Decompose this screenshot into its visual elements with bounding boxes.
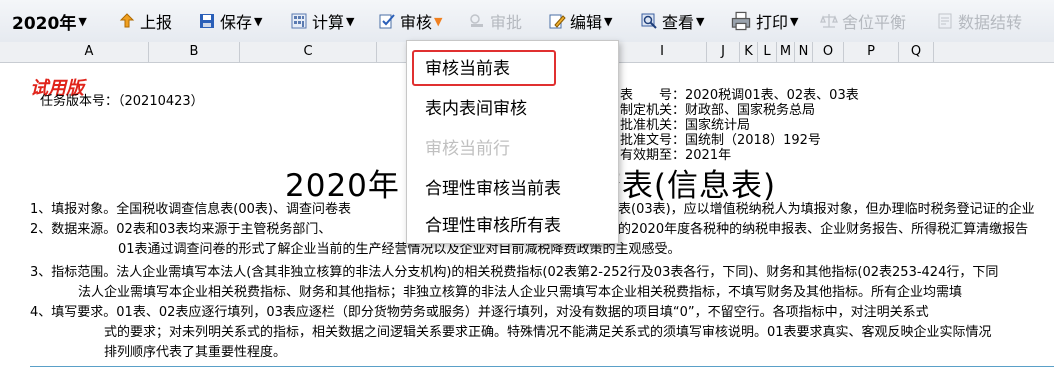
audit-icon xyxy=(379,14,395,29)
rounding-icon xyxy=(820,14,838,28)
menu-item-audit-current-row[interactable]: 审核当前行 xyxy=(425,134,510,159)
column-header[interactable]: P xyxy=(844,42,899,62)
instruction-4: 4、填写要求。01表、02表应逐行填列，03表应逐栏（即分货物劳务或服务）并逐行… xyxy=(30,305,929,320)
edit-label: 编辑 xyxy=(570,13,603,32)
instruction-2-cont: 的2020年度各税种的纳税申报表、企业财务报告、所得税汇算清缴报告 xyxy=(618,222,1029,237)
approve-icon xyxy=(470,14,483,27)
column-header[interactable]: I xyxy=(618,42,707,62)
instruction-4-end: 排列顺序代表了其重要性程度。 xyxy=(104,345,287,360)
column-header[interactable]: Q xyxy=(899,42,934,62)
column-header[interactable]: B xyxy=(149,42,240,62)
form-number: 表 号：2020税调01表、02表、03表 xyxy=(620,88,859,103)
chevron-down-icon: ▼ xyxy=(346,14,355,28)
calculate-label: 计算 xyxy=(312,13,345,32)
approve-button[interactable]: 审批 xyxy=(468,0,522,42)
view-button[interactable]: 查看 ▼ xyxy=(640,0,704,42)
rounding-balance-button[interactable]: 舍位平衡 xyxy=(820,0,906,42)
view-icon xyxy=(641,13,657,29)
save-label: 保存 xyxy=(220,13,253,32)
instruction-2: 2、数据来源。02表和03表均来源于主管税务部门、 xyxy=(30,222,332,237)
audit-button[interactable]: 审核 ▼ xyxy=(378,0,442,42)
approve-label: 审批 xyxy=(490,13,523,32)
column-header[interactable]: J xyxy=(707,42,740,62)
cell-border xyxy=(30,366,1054,367)
edit-button[interactable]: 编辑 ▼ xyxy=(548,0,612,42)
upload-button[interactable]: 上报 xyxy=(118,0,172,42)
print-icon xyxy=(731,11,751,31)
calculate-button[interactable]: 计算 ▼ xyxy=(290,0,354,42)
chevron-down-icon: ▼ xyxy=(78,14,87,28)
chevron-down-icon: ▼ xyxy=(790,14,799,28)
column-header[interactable]: O xyxy=(813,42,844,62)
menu-item-inter-table-audit[interactable]: 表内表间审核 xyxy=(425,94,527,119)
column-header[interactable]: L xyxy=(758,42,777,62)
approval-number: 批准文号：国统制（2018）192号 xyxy=(620,133,821,148)
print-button[interactable]: 打印 ▼ xyxy=(730,0,798,42)
instruction-3-cont: 法人企业需填写本企业相关税费指标、财务和其他指标；非独立核算的非法人企业只需填写… xyxy=(78,285,963,300)
column-header[interactable]: C xyxy=(240,42,377,62)
data-transfer-button[interactable]: 数据结转 xyxy=(936,0,1022,42)
instruction-3: 3、指标范围。法人企业需填写本法人(含其非独立核算的非法人分支机构)的相关税费指… xyxy=(30,265,999,280)
year-selector[interactable]: 2020年 ▼ xyxy=(12,0,87,42)
edit-icon xyxy=(549,14,566,29)
toolbar: 2020年 ▼ 上报 保存 ▼ 计算 ▼ 审核 ▼ 审批 编辑 ▼ 查看 ▼ 打… xyxy=(0,0,1054,43)
form-meta: 表 号：2020税调01表、02表、03表 制定机关：财政部、国家税务总局 批准… xyxy=(620,88,859,163)
chevron-down-icon: ▼ xyxy=(254,14,263,28)
instruction-1: 1、填报对象。全国税收调查信息表(00表)、调查问卷表 xyxy=(30,202,351,217)
chevron-down-icon: ▼ xyxy=(434,14,443,28)
instruction-4-cont: 式的要求；对未列明关系式的指标，相关数据之间逻辑关系要求正确。特殊情况不能满足关… xyxy=(104,325,992,340)
column-header[interactable]: M xyxy=(777,42,795,62)
rounding-balance-label: 舍位平衡 xyxy=(842,13,907,32)
calculator-icon xyxy=(291,13,307,29)
data-transfer-label: 数据结转 xyxy=(958,13,1023,32)
audit-label: 审核 xyxy=(400,13,433,32)
save-icon xyxy=(200,14,214,28)
column-header[interactable]: N xyxy=(795,42,813,62)
column-header[interactable]: A xyxy=(30,42,149,62)
year-label: 2020年 xyxy=(12,13,77,34)
menu-item-reasonableness-all[interactable]: 合理性审核所有表 xyxy=(425,211,561,236)
upload-icon xyxy=(119,13,135,28)
chevron-down-icon: ▼ xyxy=(696,14,705,28)
chevron-down-icon: ▼ xyxy=(604,14,613,28)
task-version: 任务版本号：（20210423） xyxy=(40,94,204,109)
transfer-icon xyxy=(938,13,952,29)
title-left: 2020年 xyxy=(285,168,400,204)
view-label: 查看 xyxy=(662,13,695,32)
issuing-authority: 制定机关：财政部、国家税务总局 xyxy=(620,103,816,118)
instruction-1-cont: 表(03表)，应以增值税纳税人为填报对象，但办理临时税务登记证的企业 xyxy=(618,202,1035,217)
upload-label: 上报 xyxy=(140,13,173,32)
menu-item-audit-current-table[interactable]: 审核当前表 xyxy=(425,54,510,79)
column-header[interactable]: K xyxy=(740,42,758,62)
approving-authority: 批准机关：国家统计局 xyxy=(620,118,751,133)
audit-dropdown-menu: 审核当前表 表内表间审核 审核当前行 合理性审核当前表 合理性审核所有表 xyxy=(406,40,619,244)
menu-item-reasonableness-current[interactable]: 合理性审核当前表 xyxy=(425,174,561,199)
print-label: 打印 xyxy=(756,13,789,32)
save-button[interactable]: 保存 ▼ xyxy=(198,0,262,42)
